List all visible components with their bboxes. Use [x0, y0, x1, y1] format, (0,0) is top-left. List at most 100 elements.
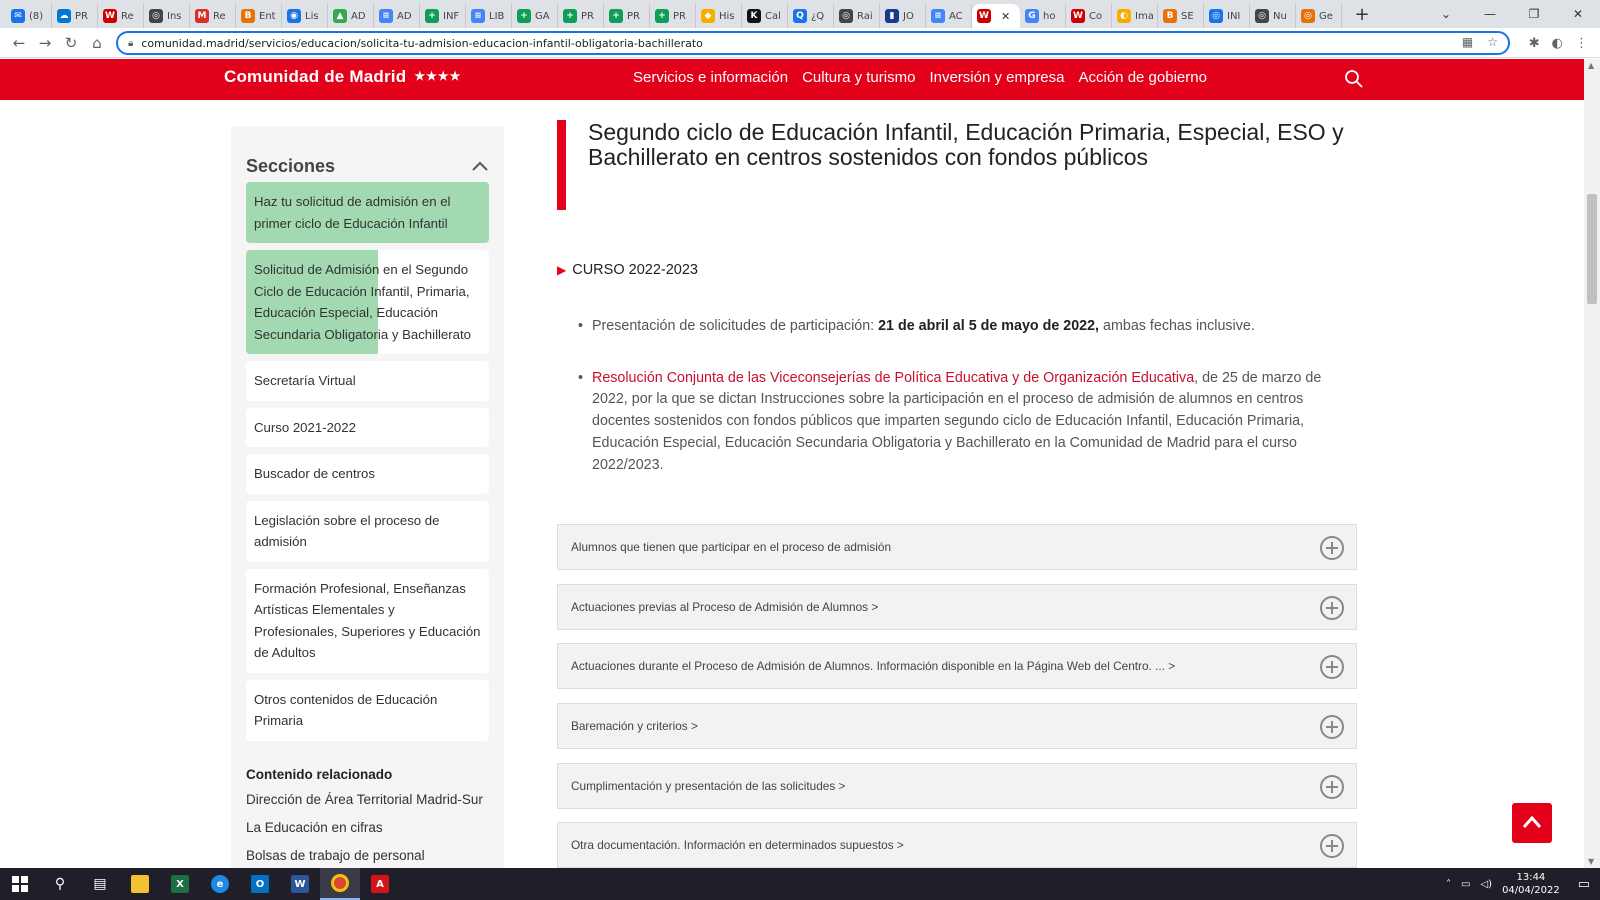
scroll-up-icon[interactable]: ▲	[1588, 61, 1594, 70]
scroll-down-icon[interactable]: ▼	[1588, 857, 1594, 866]
browser-tab[interactable]: ◎ Ge	[1296, 4, 1342, 28]
tab-search-icon[interactable]: ⌄	[1424, 7, 1468, 21]
browser-tab[interactable]: + GA	[512, 4, 558, 28]
sidebar-item-curso-2021[interactable]: Curso 2021-2022	[246, 407, 489, 447]
extensions-icon[interactable]: ✱	[1529, 36, 1540, 51]
browser-tab[interactable]: Gho	[1020, 4, 1066, 28]
browser-tab[interactable]: + PR	[558, 4, 604, 28]
related-link[interactable]: Bolsas de trabajo de personal	[246, 846, 489, 866]
sidebar-item-primer-ciclo[interactable]: Haz tu solicitud de admisión en el prime…	[246, 182, 489, 243]
plus-icon[interactable]	[1320, 596, 1344, 620]
volume-icon[interactable]: ◁)	[1480, 879, 1492, 890]
notifications-icon[interactable]: ▭	[1578, 877, 1590, 892]
browser-tab[interactable]: ◆ His	[696, 4, 742, 28]
accordion-item[interactable]: Actuaciones previas al Proceso de Admisi…	[557, 584, 1357, 630]
close-window-button[interactable]: ✕	[1556, 7, 1600, 21]
resolucion-link[interactable]: Resolución Conjunta de las Viceconsejerí…	[592, 370, 1194, 386]
profile-icon[interactable]: ◐	[1552, 36, 1563, 51]
accordion-item[interactable]: Cumplimentación y presentación de las so…	[557, 763, 1357, 809]
plus-icon[interactable]	[1320, 834, 1344, 858]
qr-icon[interactable]: ▦	[1462, 35, 1473, 49]
browser-tab[interactable]: W Co	[1066, 4, 1112, 28]
site-logo[interactable]: Comunidad de Madrid ★★★★	[224, 67, 461, 87]
browser-tab[interactable]: B Ent	[236, 4, 282, 28]
word-icon[interactable]: W	[280, 868, 320, 900]
plus-icon[interactable]	[1320, 655, 1344, 679]
chrome-icon[interactable]	[320, 868, 360, 900]
browser-tab[interactable]: ◐ Ima	[1112, 4, 1158, 28]
acrobat-icon[interactable]: A	[360, 868, 400, 900]
outlook-icon[interactable]: O	[240, 868, 280, 900]
tray-chevron-icon[interactable]: ˄	[1446, 879, 1451, 890]
sidebar-item-otros[interactable]: Otros contenidos de Educación Primaria	[246, 679, 489, 741]
minimize-button[interactable]: —	[1468, 7, 1512, 21]
accordion-item[interactable]: Baremación y criterios >	[557, 703, 1357, 749]
maximize-button[interactable]: ❐	[1512, 7, 1556, 21]
browser-tab[interactable]: Q ¿Q	[788, 4, 834, 28]
browser-tab[interactable]: ≡ LIB	[466, 4, 512, 28]
page-title: Segundo ciclo de Educación Infantil, Edu…	[588, 119, 1344, 170]
browser-tab[interactable]: + PR	[650, 4, 696, 28]
browser-tab[interactable]: ≡ AC	[926, 4, 972, 28]
browser-tab[interactable]: ☁ PR	[52, 4, 98, 28]
browser-tab[interactable]: ✉ (8)	[6, 4, 52, 28]
sidebar-item-formacion[interactable]: Formación Profesional, Enseñanzas Artíst…	[246, 568, 489, 673]
page-scrollbar[interactable]: ▲ ▼	[1584, 59, 1600, 868]
chevron-up-icon[interactable]	[471, 157, 489, 175]
close-tab-icon[interactable]: ✕	[1001, 10, 1010, 23]
scrollbar-thumb[interactable]	[1587, 194, 1597, 304]
clock[interactable]: 13:44 04/04/2022	[1502, 871, 1560, 897]
task-view-icon[interactable]: ▤	[80, 868, 120, 900]
nav-cultura[interactable]: Cultura y turismo	[802, 69, 915, 86]
browser-tab[interactable]: ◉ Lis	[282, 4, 328, 28]
browser-tab[interactable]: K Cal	[742, 4, 788, 28]
sidebar-item-legislacion[interactable]: Legislación sobre el proceso de admisión	[246, 500, 489, 562]
excel-icon[interactable]: X	[160, 868, 200, 900]
forward-icon[interactable]: →	[32, 34, 58, 52]
browser-tab[interactable]: ≡ AD	[374, 4, 420, 28]
search-icon[interactable]	[1344, 69, 1364, 89]
search-icon[interactable]: ⚲	[40, 868, 80, 900]
plus-icon[interactable]	[1320, 775, 1344, 799]
nav-accion[interactable]: Acción de gobierno	[1079, 69, 1207, 86]
browser-tab[interactable]: ▮ JO	[880, 4, 926, 28]
sidebar-header[interactable]: Secciones	[246, 150, 489, 182]
browser-tab[interactable]: ◎ Ins	[144, 4, 190, 28]
browser-tab[interactable]: W ✕	[972, 4, 1020, 28]
browser-tab[interactable]: + INF	[420, 4, 466, 28]
plus-icon[interactable]	[1320, 536, 1344, 560]
sidebar-item-secretaria-virtual[interactable]: Secretaría Virtual	[246, 361, 489, 401]
accordion-item[interactable]: Alumnos que tienen que participar en el …	[557, 524, 1357, 570]
browser-tab[interactable]: B SE	[1158, 4, 1204, 28]
browser-tab[interactable]: W Re	[98, 4, 144, 28]
accordion-item[interactable]: Otra documentación. Información en deter…	[557, 822, 1357, 868]
sidebar-item-segundo-ciclo[interactable]: Solicitud de Admisión en el Segundo Cicl…	[246, 250, 489, 354]
sidebar-item-buscador[interactable]: Buscador de centros	[246, 454, 489, 494]
menu-icon[interactable]: ⋮	[1575, 36, 1588, 51]
home-icon[interactable]: ⌂	[84, 34, 110, 52]
browser-tab[interactable]: ◎ Nu	[1250, 4, 1296, 28]
back-icon[interactable]: ←	[6, 34, 32, 52]
edge-icon[interactable]: e	[200, 868, 240, 900]
reload-icon[interactable]: ↻	[58, 34, 84, 52]
file-explorer-icon[interactable]	[120, 868, 160, 900]
related-link[interactable]: La Educación en cifras	[246, 818, 489, 838]
address-bar[interactable]: 🔒︎ comunidad.madrid/servicios/educacion/…	[116, 31, 1510, 55]
nav-inversion[interactable]: Inversión y empresa	[929, 69, 1064, 86]
browser-tab[interactable]: ▲ AD	[328, 4, 374, 28]
new-tab-button[interactable]: +	[1350, 4, 1374, 25]
browser-tab[interactable]: M Re	[190, 4, 236, 28]
bookmark-star-icon[interactable]: ☆	[1487, 35, 1498, 49]
browser-tab[interactable]: + PR	[604, 4, 650, 28]
plus-icon[interactable]	[1320, 715, 1344, 739]
network-icon[interactable]: ▭	[1461, 879, 1470, 890]
tab-favicon-icon: G	[1025, 9, 1039, 23]
nav-servicios[interactable]: Servicios e información	[633, 69, 788, 86]
windows-start-icon[interactable]	[0, 868, 40, 900]
accordion-item[interactable]: Actuaciones durante el Proceso de Admisi…	[557, 643, 1357, 689]
back-to-top-button[interactable]	[1512, 803, 1552, 843]
browser-tab[interactable]: ◎ INI	[1204, 4, 1250, 28]
browser-tab[interactable]: ◎ Rai	[834, 4, 880, 28]
lock-icon[interactable]: 🔒︎	[128, 38, 133, 49]
related-link[interactable]: Dirección de Área Territorial Madrid-Sur	[246, 790, 489, 810]
